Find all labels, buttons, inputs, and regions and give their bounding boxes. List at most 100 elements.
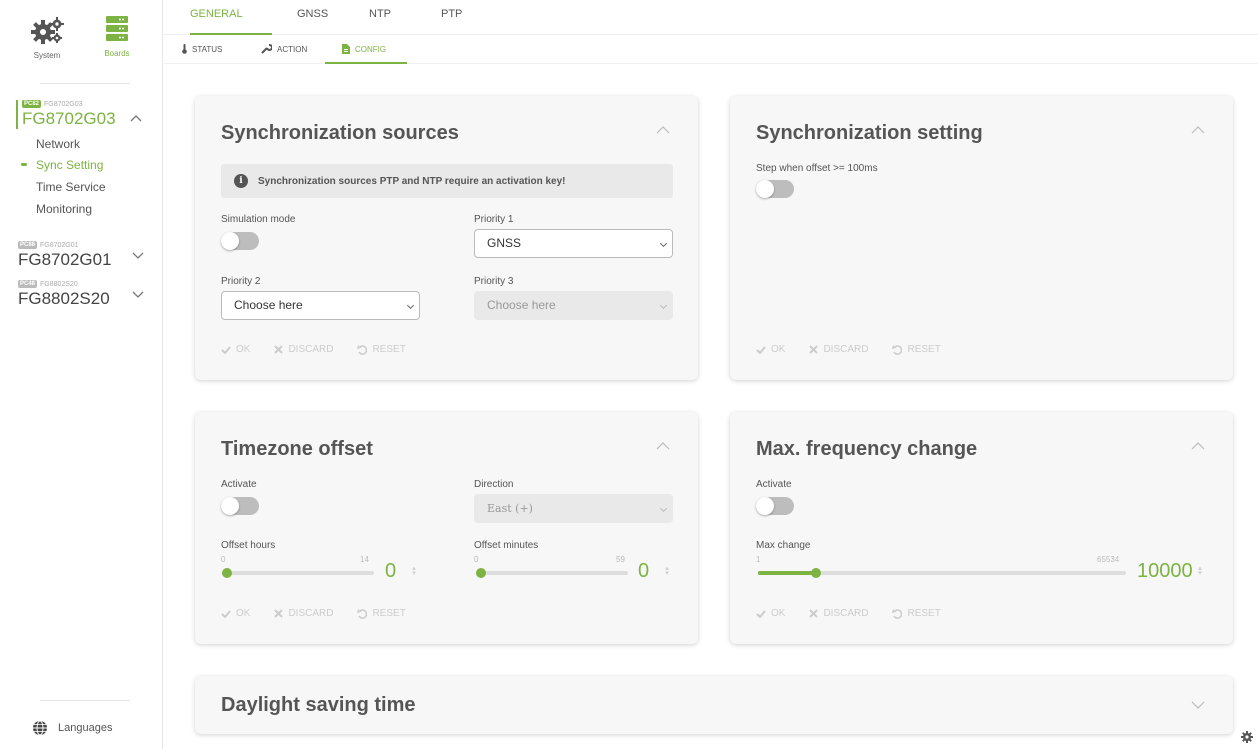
slider-track (476, 571, 628, 575)
slider-thumb[interactable] (222, 568, 232, 578)
reset-label: RESET (372, 344, 406, 355)
ok-label: OK (771, 344, 786, 355)
ok-button[interactable]: OK (756, 344, 785, 355)
reset-button[interactable]: RESET (357, 608, 406, 619)
discard-button[interactable]: DISCARD (274, 344, 333, 355)
discard-button[interactable]: DISCARD (809, 608, 868, 619)
slider-fill (758, 571, 816, 575)
max-change-slider[interactable] (758, 564, 1126, 580)
discard-button[interactable]: DISCARD (809, 344, 868, 355)
reset-button[interactable]: RESET (357, 344, 406, 355)
chevron-down-icon[interactable] (132, 252, 144, 260)
ok-button[interactable]: OK (221, 344, 250, 355)
thermometer-icon (182, 44, 187, 54)
reset-label: RESET (907, 608, 941, 619)
simulation-mode-label: Simulation mode (221, 214, 296, 225)
tab-general[interactable]: GENERAL (190, 8, 243, 20)
nav-label: Time Service (36, 180, 106, 194)
slider-thumb[interactable] (476, 568, 486, 578)
subtab-action[interactable]: ACTION (261, 44, 307, 54)
direction-select[interactable]: East (+) (474, 494, 673, 523)
settings-gear-icon[interactable] (1240, 730, 1254, 744)
priority1-label: Priority 1 (474, 214, 514, 225)
close-icon (274, 345, 284, 354)
divider (40, 83, 130, 84)
close-icon (274, 609, 284, 618)
board-item-fg8702g01[interactable]: PC88 FG8702G01 FG8702G01 (18, 241, 158, 270)
subtab-status[interactable]: STATUS (182, 44, 222, 54)
chevron-up-icon[interactable] (1191, 126, 1205, 134)
sidebar-item-network[interactable]: Network (36, 137, 80, 151)
active-tab-underline (190, 33, 272, 35)
discard-label: DISCARD (823, 608, 869, 619)
board-item-fg8802s20[interactable]: PC48 FG8802S20 FG8802S20 (18, 280, 158, 309)
max-frequency-card: Max. frequency change Activate Max chang… (730, 412, 1233, 644)
chevron-up-icon[interactable] (656, 126, 670, 134)
sidebar-item-monitoring[interactable]: Monitoring (36, 202, 92, 216)
chevron-up-icon[interactable] (1191, 442, 1205, 450)
minutes-stepper[interactable]: ▴ ▾ (663, 565, 671, 577)
offset-minutes-slider[interactable] (476, 564, 628, 580)
close-icon (809, 609, 819, 618)
ok-button[interactable]: OK (756, 608, 785, 619)
close-icon (809, 345, 819, 354)
activate-label: Activate (221, 479, 257, 490)
reset-label: RESET (907, 344, 941, 355)
sidebar-item-sync-setting[interactable]: Sync Setting (21, 158, 104, 172)
file-icon (342, 44, 350, 54)
simulation-mode-toggle[interactable] (221, 232, 259, 250)
reset-button[interactable]: RESET (892, 608, 941, 619)
system-button[interactable]: System (17, 16, 77, 60)
chevron-up-icon[interactable] (130, 114, 142, 122)
board-id-small: FG8702G03 (44, 100, 83, 108)
activate-label: Activate (756, 479, 792, 490)
boards-button[interactable]: Boards (87, 16, 147, 58)
tab-ptp[interactable]: PTP (441, 8, 462, 20)
sidebar-item-time-service[interactable]: Time Service (36, 180, 106, 194)
card-actions: OK DISCARD RESET (221, 608, 406, 619)
priority1-select[interactable]: GNSS (474, 229, 673, 258)
ok-label: OK (236, 608, 251, 619)
languages-label: Languages (58, 722, 113, 734)
max-change-stepper[interactable]: ▴ ▾ (1196, 565, 1204, 577)
nav-label: Sync Setting (36, 158, 104, 172)
daylight-saving-card[interactable]: Daylight saving time (195, 676, 1233, 734)
discard-button[interactable]: DISCARD (274, 608, 333, 619)
undo-icon (892, 608, 903, 619)
chevron-down-icon[interactable] (1191, 701, 1205, 709)
range-max: 59 (616, 555, 625, 564)
board-badge: PC82 (22, 100, 42, 108)
chevron-up-icon[interactable] (656, 442, 670, 450)
card-actions: OK DISCARD RESET (221, 344, 406, 355)
languages-button[interactable]: Languages (32, 720, 112, 736)
subtab-label: ACTION (277, 44, 308, 54)
undo-icon (892, 344, 903, 355)
undo-icon (357, 608, 368, 619)
card-title: Synchronization sources (221, 122, 459, 144)
chevron-down-icon[interactable] (132, 291, 144, 299)
discard-label: DISCARD (288, 344, 334, 355)
priority2-select[interactable]: Choose here (221, 291, 420, 320)
range-min: 1 (756, 555, 761, 564)
board-id-small: FG8702G01 (40, 241, 79, 249)
main-tabs: GENERAL GNSS NTP PTP (164, 0, 1258, 35)
board-badge: PC88 (18, 241, 38, 249)
priority3-select[interactable]: Choose here (474, 291, 673, 320)
timezone-activate-toggle[interactable] (221, 497, 259, 515)
card-title: Max. frequency change (756, 438, 978, 460)
board-item-fg8702g03[interactable]: PC82 FG8702G03 FG8702G03 (16, 100, 156, 129)
slider-thumb[interactable] (811, 568, 821, 578)
hours-stepper[interactable]: ▴ ▾ (410, 565, 418, 577)
sidebar-top: System Boards (0, 0, 163, 75)
freq-activate-toggle[interactable] (756, 497, 794, 515)
card-title: Timezone offset (221, 438, 373, 460)
ok-label: OK (236, 344, 251, 355)
step-offset-toggle[interactable] (756, 180, 794, 198)
sub-tabs: STATUS ACTION CONFIG (164, 36, 1258, 64)
ok-button[interactable]: OK (221, 608, 250, 619)
tab-gnss[interactable]: GNSS (297, 8, 328, 20)
reset-button[interactable]: RESET (892, 344, 941, 355)
subtab-config[interactable]: CONFIG (342, 44, 386, 54)
tab-ntp[interactable]: NTP (369, 8, 391, 20)
offset-hours-slider[interactable] (222, 564, 374, 580)
